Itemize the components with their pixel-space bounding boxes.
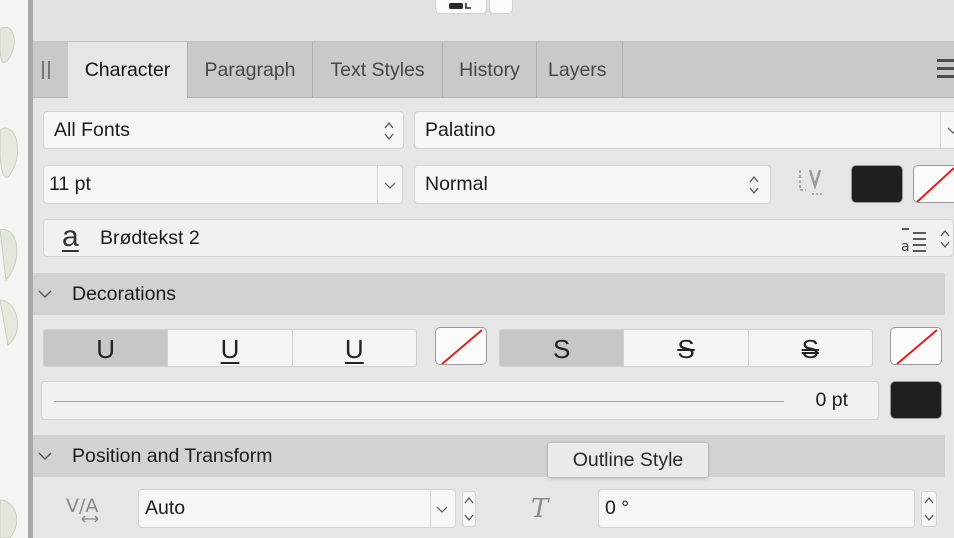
section-title: Decorations xyxy=(72,283,177,305)
none-color-icon xyxy=(916,167,954,202)
strikethrough-color-swatch[interactable] xyxy=(890,327,942,365)
font-size-value: 11 pt xyxy=(49,173,91,195)
chevron-down-icon[interactable] xyxy=(384,181,396,191)
stepper-icon[interactable] xyxy=(462,491,476,527)
font-style-value: Normal xyxy=(425,173,488,195)
underline-single-button[interactable]: U xyxy=(168,330,293,366)
kerning-icon: V/A xyxy=(66,495,99,523)
toolbar-button[interactable] xyxy=(435,0,487,14)
shear-icon: T xyxy=(531,494,550,522)
kerning-field[interactable]: Auto xyxy=(138,489,456,528)
panel-tab-bar: Character Paragraph Text Styles History … xyxy=(33,42,954,98)
shear-value: 0 ° xyxy=(605,497,630,519)
slider-track[interactable] xyxy=(54,401,784,402)
paragraph-style-name: Brødtekst 2 xyxy=(100,226,200,249)
tab-layers[interactable]: Layers xyxy=(537,42,623,98)
underline-color-swatch[interactable] xyxy=(435,327,487,365)
chevron-down-icon xyxy=(38,290,52,298)
baseline-icon xyxy=(449,3,471,9)
line-weight-slider[interactable]: 0 pt xyxy=(41,381,879,420)
decorations-section-header[interactable]: Decorations xyxy=(33,273,945,315)
strikethrough-segmented: S S S xyxy=(499,329,873,367)
position-transform-section-header[interactable]: Position and Transform xyxy=(33,435,945,477)
underline-none-button[interactable]: U xyxy=(44,330,169,366)
updown-icon[interactable] xyxy=(939,228,951,250)
tab-character[interactable]: Character xyxy=(68,42,188,98)
chevron-down-icon[interactable] xyxy=(436,505,448,515)
document-canvas-edge[interactable] xyxy=(0,0,30,538)
canvas-artwork xyxy=(0,27,19,538)
font-size-field[interactable]: 11 pt xyxy=(43,165,403,204)
section-title: Position and Transform xyxy=(72,445,273,467)
chevron-down-icon xyxy=(947,127,954,134)
outline-style-tooltip: Outline Style xyxy=(547,442,709,478)
line-color-swatch[interactable] xyxy=(890,381,942,419)
text-fill-swatch[interactable] xyxy=(851,165,903,203)
strikethrough-single-button[interactable]: S xyxy=(624,330,749,366)
top-toolbar xyxy=(33,0,954,42)
hamburger-icon[interactable] xyxy=(937,58,954,80)
underline-double-button[interactable]: U xyxy=(293,330,416,366)
font-family-value: Palatino xyxy=(425,118,496,141)
shear-field[interactable]: 0 ° xyxy=(598,489,915,528)
underline-segmented: U U U xyxy=(43,329,417,367)
style-options-icon[interactable]: a xyxy=(899,225,929,255)
svg-text:a: a xyxy=(901,239,910,255)
none-color-icon xyxy=(896,329,938,364)
stepper-icon[interactable] xyxy=(921,491,937,527)
font-style-select[interactable]: Normal xyxy=(414,165,771,204)
tab-text-styles[interactable]: Text Styles xyxy=(313,42,443,98)
toolbar-button[interactable] xyxy=(489,0,513,14)
font-collection-select[interactable]: All Fonts xyxy=(43,111,404,149)
font-family-select[interactable]: Palatino xyxy=(414,111,954,149)
line-weight-value: 0 pt xyxy=(815,389,848,411)
updown-icon xyxy=(384,121,394,141)
kerning-value: Auto xyxy=(145,497,186,519)
svg-text:V/A: V/A xyxy=(66,495,98,517)
paragraph-style-icon: a xyxy=(62,220,79,253)
tab-history[interactable]: History xyxy=(443,42,537,98)
none-color-icon xyxy=(441,329,483,364)
panel-grip-icon[interactable] xyxy=(42,61,52,79)
chevron-down-icon xyxy=(38,452,52,460)
text-style-field[interactable]: a Brødtekst 2 a xyxy=(43,219,954,257)
strikethrough-none-button[interactable]: S xyxy=(500,330,625,366)
strikethrough-double-button[interactable]: S xyxy=(749,330,872,366)
updown-icon xyxy=(749,175,759,195)
text-background-swatch[interactable] xyxy=(913,165,954,203)
baseline-shift-icon[interactable] xyxy=(796,166,828,198)
svg-text:T: T xyxy=(531,494,550,522)
font-collection-value: All Fonts xyxy=(54,118,130,141)
tab-paragraph[interactable]: Paragraph xyxy=(188,42,313,98)
